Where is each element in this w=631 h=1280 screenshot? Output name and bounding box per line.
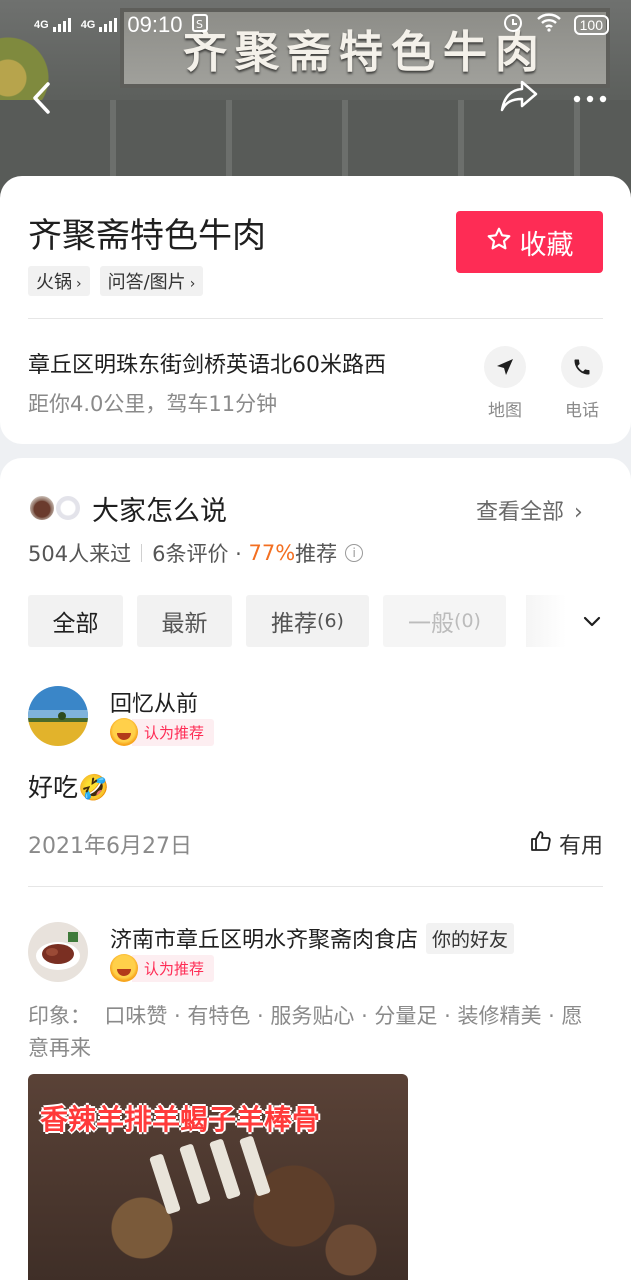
more-icon[interactable] <box>572 90 608 103</box>
map-button[interactable]: 地图 <box>475 346 535 421</box>
filter-latest[interactable]: 最新 <box>137 595 232 647</box>
svg-text:S: S <box>196 18 203 31</box>
shop-info-card: 齐聚斋特色牛肉 火锅 › 问答/图片 › 收藏 章丘区明珠东街剑桥英语北60米路西 … <box>0 176 631 444</box>
smile-emoji-icon <box>110 954 138 982</box>
smile-emoji-icon <box>110 718 138 746</box>
favorite-label: 收藏 <box>519 229 574 261</box>
reviews-card: 大家怎么说 查看全部 › 504人来过 6条评价 · 77% 推荐 i 全部 最新… <box>0 458 631 1280</box>
filter-all[interactable]: 全部 <box>28 595 123 647</box>
favorite-button[interactable]: 收藏 <box>456 211 603 273</box>
map-label: 地图 <box>488 401 522 421</box>
navigation-icon <box>484 346 526 388</box>
food-detail <box>209 1138 241 1200</box>
badge-label: 认为推荐 <box>132 954 215 982</box>
photo-caption: 香辣羊排羊蝎子羊棒骨 <box>40 1103 321 1136</box>
friend-badge: 你的好友 <box>426 922 515 954</box>
network-label: 4G <box>34 18 49 31</box>
food-detail <box>149 1153 181 1215</box>
reviewer-name[interactable]: 济南市章丘区明水齐聚斋肉食店 你的好友 <box>110 922 515 954</box>
tag-qa-photos[interactable]: 问答/图片 › <box>99 266 204 296</box>
thumbs-up-icon <box>529 829 553 859</box>
tag-category[interactable]: 火锅 › <box>28 266 90 296</box>
alarm-icon <box>502 11 524 39</box>
app-notification-icon: S <box>192 12 209 38</box>
shop-tags: 火锅 › 问答/图片 › <box>28 266 204 296</box>
battery-indicator: 100 <box>573 15 609 35</box>
back-icon[interactable] <box>28 78 58 118</box>
phone-label: 电话 <box>565 401 599 421</box>
recommend-label: 推荐 <box>295 542 338 566</box>
shop-distance: 距你4.0公里，驾车11分钟 <box>28 392 278 416</box>
review-item: 回忆从前 认为推荐 好吃🤣 2021年6月27日 有用 <box>28 686 603 886</box>
food-detail <box>179 1143 211 1205</box>
filter-overflow-fade <box>526 595 566 647</box>
review-date: 2021年6月27日 <box>28 834 192 859</box>
chevron-down-icon[interactable] <box>582 613 602 627</box>
network-label-2: 4G <box>80 18 96 31</box>
tag-label: 火锅 <box>36 272 72 293</box>
shop-address[interactable]: 章丘区明珠东街剑桥英语北60米路西 <box>28 347 386 379</box>
divider <box>28 886 603 887</box>
view-all-label: 查看全部 <box>476 500 565 525</box>
filter-label: 全部 <box>52 611 99 637</box>
top-nav <box>0 72 631 122</box>
clock: 09:10 <box>127 12 183 37</box>
chevron-right-icon: › <box>76 276 82 292</box>
star-icon <box>486 226 512 259</box>
filter-count: (6) <box>317 610 344 632</box>
status-bar: 4G 4G 09:10 S 100 <box>0 0 631 50</box>
reviews-title: 大家怎么说 <box>92 496 227 527</box>
review-count: 6条评价 · <box>152 542 249 566</box>
filter-recommend[interactable]: 推荐 (6) <box>246 595 369 647</box>
recommend-badge: 认为推荐 <box>110 954 215 982</box>
tag-label: 问答/图片 <box>107 272 186 293</box>
filter-label: 推荐 <box>271 611 318 637</box>
view-all-link[interactable]: 查看全部 › <box>476 494 583 526</box>
phone-button[interactable]: 电话 <box>552 346 612 421</box>
review-photo[interactable]: 香辣羊排羊蝎子羊棒骨 <box>28 1074 408 1280</box>
food-detail <box>239 1135 271 1197</box>
avatar[interactable] <box>28 922 88 982</box>
reviews-header: 大家怎么说 <box>28 489 227 528</box>
visited-count: 504人来过 <box>28 542 132 566</box>
recommend-percent: 77% <box>248 541 296 565</box>
wifi-icon <box>536 12 562 38</box>
chevron-right-icon: › <box>189 276 196 292</box>
share-icon[interactable] <box>498 78 540 114</box>
reviewer-name-text: 回忆从前 <box>110 692 199 717</box>
useful-button[interactable]: 有用 <box>529 828 603 860</box>
separator <box>141 544 143 562</box>
review-filters: 全部 最新 推荐 (6) 一般 (0) <box>28 595 506 647</box>
avatar <box>54 493 82 522</box>
review-item: 济南市章丘区明水齐聚斋肉食店 你的好友 认为推荐 印象： 口味赞 · 有特色 ·… <box>28 922 603 1280</box>
badge-label: 认为推荐 <box>132 718 215 746</box>
filter-label: 最新 <box>161 611 208 637</box>
signal-icon-2 <box>99 18 118 32</box>
review-stats: 504人来过 6条评价 · 77% 推荐 i <box>28 538 364 568</box>
review-impression: 印象： 口味赞 · 有特色 · 服务贴心 · 分量足 · 装修精美 · 愿意再来 <box>28 1004 583 1060</box>
reviewer-name-text: 济南市章丘区明水齐聚斋肉食店 <box>110 928 419 953</box>
recommend-badge: 认为推荐 <box>110 718 215 746</box>
phone-icon <box>561 346 603 388</box>
info-icon[interactable]: i <box>345 544 364 562</box>
filter-average[interactable]: 一般 (0) <box>383 595 506 647</box>
signal-icon <box>52 18 71 32</box>
useful-label: 有用 <box>558 834 603 859</box>
review-text: 好吃🤣 <box>28 773 110 802</box>
reviewer-avatars <box>28 493 88 524</box>
reviewer-name[interactable]: 回忆从前 <box>110 686 198 718</box>
status-right: 100 <box>502 11 609 39</box>
chevron-right-icon: › <box>574 500 583 525</box>
avatar[interactable] <box>28 686 88 746</box>
filter-label: 一般 <box>408 611 455 637</box>
divider <box>28 318 603 319</box>
filter-count: (0) <box>454 610 481 632</box>
avatar <box>28 493 56 522</box>
shop-name: 齐聚斋特色牛肉 <box>28 216 266 256</box>
